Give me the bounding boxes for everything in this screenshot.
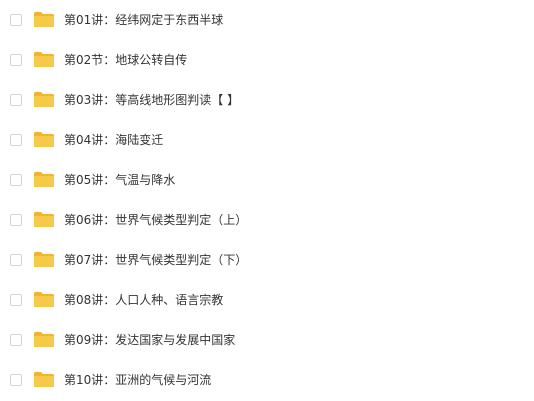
folder-icon[interactable] xyxy=(33,91,55,108)
list-item[interactable]: 第04讲：海陆变迁 xyxy=(0,120,534,160)
folder-icon[interactable] xyxy=(33,251,55,268)
select-checkbox[interactable] xyxy=(10,174,22,186)
select-checkbox[interactable] xyxy=(10,94,22,106)
list-item[interactable]: 第10讲：亚洲的气候与河流 xyxy=(0,360,534,400)
list-item[interactable]: 第08讲：人口人种、语言宗教 xyxy=(0,280,534,320)
folder-icon[interactable] xyxy=(33,131,55,148)
select-checkbox[interactable] xyxy=(10,54,22,66)
folder-icon[interactable] xyxy=(33,171,55,188)
folder-name[interactable]: 第05讲：气温与降水 xyxy=(64,172,175,188)
folder-name[interactable]: 第01讲：经纬网定于东西半球 xyxy=(64,12,223,28)
folder-icon[interactable] xyxy=(33,291,55,308)
select-checkbox[interactable] xyxy=(10,294,22,306)
select-checkbox[interactable] xyxy=(10,214,22,226)
select-checkbox[interactable] xyxy=(10,14,22,26)
select-checkbox[interactable] xyxy=(10,374,22,386)
select-checkbox[interactable] xyxy=(10,334,22,346)
list-item[interactable]: 第09讲：发达国家与发展中国家 xyxy=(0,320,534,360)
folder-icon[interactable] xyxy=(33,211,55,228)
folder-name[interactable]: 第04讲：海陆变迁 xyxy=(64,132,163,148)
list-item[interactable]: 第05讲：气温与降水 xyxy=(0,160,534,200)
folder-icon[interactable] xyxy=(33,331,55,348)
folder-name[interactable]: 第06讲：世界气候类型判定（上） xyxy=(64,212,247,228)
folder-name[interactable]: 第10讲：亚洲的气候与河流 xyxy=(64,372,211,388)
list-item[interactable]: 第02节：地球公转自传 xyxy=(0,40,534,80)
list-item[interactable]: 第01讲：经纬网定于东西半球 xyxy=(0,0,534,40)
list-item[interactable]: 第06讲：世界气候类型判定（上） xyxy=(0,200,534,240)
folder-name[interactable]: 第07讲：世界气候类型判定（下） xyxy=(64,252,247,268)
folder-icon[interactable] xyxy=(33,11,55,28)
file-list: 第01讲：经纬网定于东西半球 第02节：地球公转自传 第03讲：等高线地形图判读… xyxy=(0,0,534,401)
select-checkbox[interactable] xyxy=(10,254,22,266)
folder-name[interactable]: 第03讲：等高线地形图判读【 】 xyxy=(64,92,239,108)
folder-icon[interactable] xyxy=(33,51,55,68)
select-checkbox[interactable] xyxy=(10,134,22,146)
folder-icon[interactable] xyxy=(33,371,55,388)
folder-name[interactable]: 第02节：地球公转自传 xyxy=(64,52,187,68)
folder-name[interactable]: 第08讲：人口人种、语言宗教 xyxy=(64,292,223,308)
list-item[interactable]: 第03讲：等高线地形图判读【 】 xyxy=(0,80,534,120)
folder-name[interactable]: 第09讲：发达国家与发展中国家 xyxy=(64,332,235,348)
list-item[interactable]: 第07讲：世界气候类型判定（下） xyxy=(0,240,534,280)
